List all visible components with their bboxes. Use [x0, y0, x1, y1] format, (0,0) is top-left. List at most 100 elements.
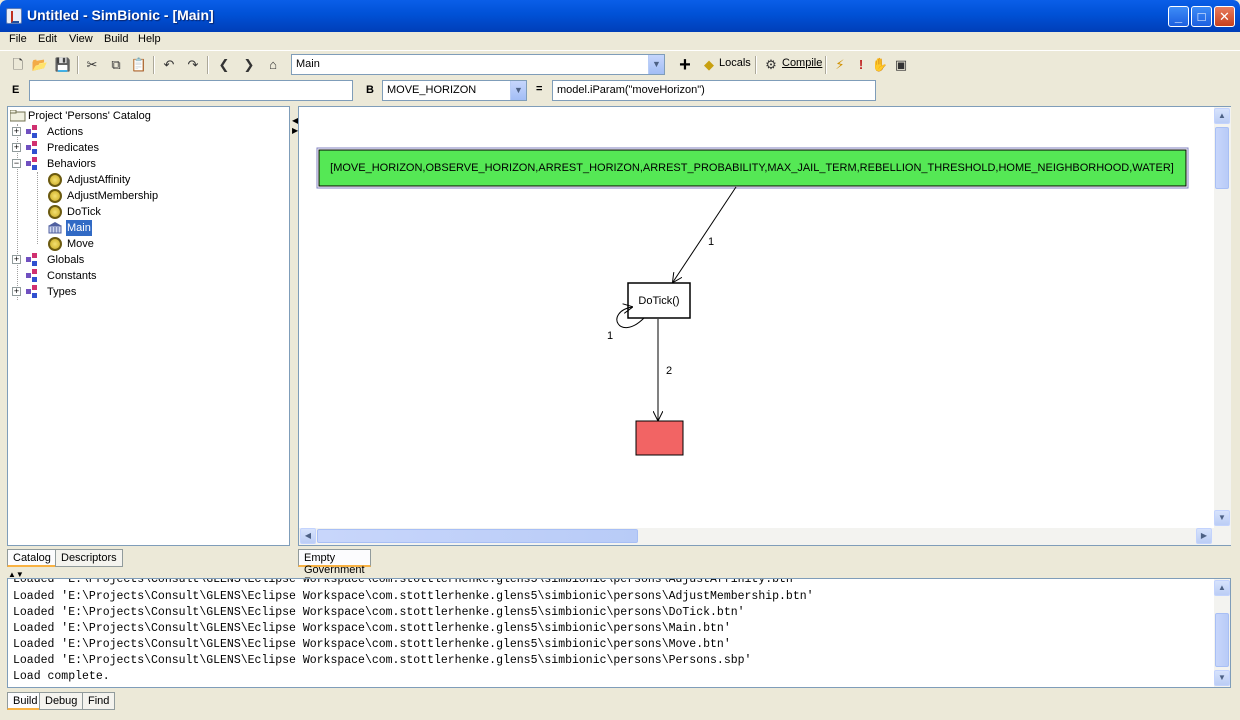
- tree-item-label: Constants: [47, 270, 97, 282]
- expand-icon[interactable]: +: [12, 255, 21, 264]
- canvas-icon[interactable]: ▣: [892, 56, 910, 74]
- toolbar-separator: [825, 56, 827, 74]
- expand-icon[interactable]: +: [12, 143, 21, 152]
- menu-file[interactable]: File: [9, 33, 27, 45]
- menu-edit[interactable]: Edit: [38, 33, 57, 45]
- canvas-horizontal-scrollbar[interactable]: ◀ ▶: [299, 528, 1231, 545]
- catalog-tree: Project 'Persons' Catalog + Actions + Pr…: [7, 106, 290, 546]
- maximize-button[interactable]: □: [1191, 6, 1212, 27]
- main-behavior-icon: [48, 222, 62, 234]
- main-toolbar: 🗋 📂 💾 ✂ ⧉ 📋 ↶ ↷ ❮ ❯ ⌂ Main ▼ + ◆ Locals …: [0, 50, 1240, 78]
- compile-button[interactable]: Compile: [782, 57, 822, 69]
- tree-guide-line: [37, 172, 38, 244]
- close-button[interactable]: ✕: [1214, 6, 1235, 27]
- e-label: E: [12, 84, 20, 96]
- undo-icon[interactable]: ↶: [160, 56, 178, 74]
- redo-icon[interactable]: ↷: [184, 56, 202, 74]
- scroll-up-icon[interactable]: ▲: [1214, 108, 1230, 124]
- tab-build[interactable]: Build: [7, 692, 44, 710]
- binding-expression-field[interactable]: model.iParam("moveHorizon"): [552, 80, 876, 101]
- catalog-category-icon: [26, 141, 42, 154]
- expand-icon[interactable]: +: [12, 127, 21, 136]
- behavior-combo-value: Main: [296, 58, 320, 70]
- tree-item-label: Types: [47, 286, 77, 298]
- transition-edge-1-label: 1: [708, 236, 714, 248]
- exclamation-icon[interactable]: !: [852, 56, 870, 74]
- tree-item-label: Predicates: [47, 142, 99, 154]
- transition-edge-1[interactable]: [673, 186, 737, 282]
- open-icon[interactable]: 📂: [31, 56, 49, 74]
- behavior-canvas[interactable]: [MOVE_HORIZON,OBSERVE_HORIZON,ARREST_HOR…: [298, 106, 1231, 546]
- tab-find[interactable]: Find: [82, 692, 116, 710]
- save-icon[interactable]: 💾: [54, 56, 72, 74]
- tab-catalog[interactable]: Catalog: [7, 549, 57, 567]
- console-line: Loaded 'E:\Projects\Consult\GLENS\Eclips…: [13, 590, 814, 603]
- cut-icon[interactable]: ✂: [83, 56, 101, 74]
- menu-view[interactable]: View: [69, 33, 93, 45]
- back-arrow-icon[interactable]: ❮: [215, 56, 233, 74]
- scroll-up-icon[interactable]: ▲: [1214, 580, 1230, 596]
- build-output-console[interactable]: Loaded 'E:\Projects\Consult\GLENS\Eclips…: [7, 578, 1231, 688]
- menu-help[interactable]: Help: [138, 33, 161, 45]
- locals-button[interactable]: Locals: [719, 57, 751, 69]
- new-project-icon[interactable]: 🗋: [9, 56, 27, 74]
- scroll-left-icon[interactable]: ◀: [300, 528, 316, 544]
- home-icon[interactable]: ⌂: [264, 56, 282, 74]
- java-app-icon: [6, 8, 22, 24]
- toolbar-separator: [755, 56, 757, 74]
- toolbar-separator: [77, 56, 79, 74]
- horizontal-scroll-thumb[interactable]: [317, 529, 638, 543]
- title-bar: Untitled - SimBionic - [Main] _ □ ✕: [0, 0, 1240, 32]
- behavior-graph[interactable]: [MOVE_HORIZON,OBSERVE_HORIZON,ARREST_HOR…: [299, 107, 1213, 527]
- catalog-category-icon: [26, 253, 42, 266]
- lightning-icon[interactable]: ⚡: [831, 56, 849, 74]
- window-title: Untitled - SimBionic - [Main]: [27, 7, 214, 23]
- scroll-down-icon[interactable]: ▼: [1214, 510, 1230, 526]
- tree-item-label: AdjustAffinity: [67, 174, 131, 186]
- console-line: Loaded 'E:\Projects\Consult\GLENS\Eclips…: [13, 606, 745, 619]
- tab-descriptors[interactable]: Descriptors: [55, 549, 123, 567]
- scroll-down-icon[interactable]: ▼: [1214, 670, 1230, 686]
- collapse-icon[interactable]: −: [12, 159, 21, 168]
- tree-root-label: Project 'Persons' Catalog: [28, 110, 151, 122]
- menu-build[interactable]: Build: [104, 33, 128, 45]
- minimize-button[interactable]: _: [1168, 6, 1189, 27]
- behavior-gear-icon: [48, 205, 62, 219]
- paste-icon[interactable]: 📋: [130, 56, 148, 74]
- dotick-action-label: DoTick(): [638, 295, 679, 307]
- tree-item-label: Globals: [47, 254, 85, 266]
- initial-state-text: [MOVE_HORIZON,OBSERVE_HORIZON,ARREST_HOR…: [330, 162, 1174, 174]
- final-state-node[interactable]: [635, 420, 684, 456]
- chevron-down-icon[interactable]: ▼: [648, 55, 664, 74]
- add-symbol-icon[interactable]: +: [676, 55, 694, 75]
- vertical-scroll-thumb[interactable]: [1215, 127, 1229, 189]
- behavior-gear-icon: [48, 189, 62, 203]
- behavior-gear-icon: [48, 173, 62, 187]
- catalog-category-icon: [26, 125, 42, 138]
- console-vertical-scrollbar[interactable]: ▲ ▼: [1214, 579, 1230, 687]
- tab-debug[interactable]: Debug: [39, 692, 84, 710]
- catalog-category-icon: [26, 157, 42, 170]
- hand-icon[interactable]: ✋: [871, 56, 889, 74]
- copy-icon[interactable]: ⧉: [107, 56, 125, 74]
- tree-item-label: Move: [67, 238, 94, 250]
- console-scroll-thumb[interactable]: [1215, 613, 1229, 667]
- chevron-down-icon[interactable]: ▼: [510, 81, 526, 100]
- forward-arrow-icon[interactable]: ❯: [240, 56, 258, 74]
- self-loop-label: 1: [607, 330, 613, 342]
- tree-item-label: DoTick: [67, 206, 101, 218]
- expand-icon[interactable]: +: [12, 287, 21, 296]
- catalog-category-icon: [26, 269, 42, 282]
- canvas-vertical-scrollbar[interactable]: ▲ ▼: [1214, 107, 1231, 528]
- behavior-combo[interactable]: Main ▼: [291, 54, 665, 75]
- e-expression-field[interactable]: [29, 80, 353, 101]
- menu-bar: File Edit View Build Help: [0, 32, 1240, 49]
- console-line: Load complete.: [13, 670, 110, 683]
- scroll-right-icon[interactable]: ▶: [1196, 528, 1212, 544]
- tab-polymorphism[interactable]: Empty Government Force Religion Party Tr…: [298, 549, 371, 612]
- compile-icon[interactable]: ⚙: [762, 56, 780, 74]
- binding-variable-combo[interactable]: MOVE_HORIZON ▼: [382, 80, 527, 101]
- locals-icon[interactable]: ◆: [700, 56, 718, 74]
- tree-item-label: Behaviors: [47, 158, 96, 170]
- project-folder-icon: [10, 110, 26, 122]
